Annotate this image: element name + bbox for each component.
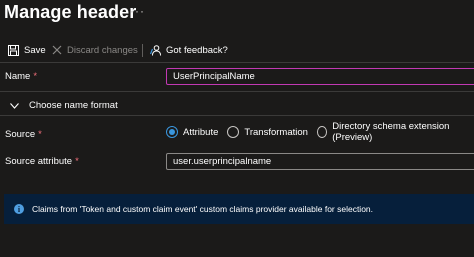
radio-selected-icon <box>166 126 178 138</box>
source-attribute-input[interactable]: user.userprincipalname <box>166 153 474 170</box>
got-feedback-label: Got feedback? <box>166 44 228 56</box>
name-input[interactable]: UserPrincipalName <box>166 68 474 85</box>
toolbar-divider <box>142 44 143 57</box>
save-button[interactable]: Save <box>8 40 46 60</box>
source-label-text: Source <box>5 129 36 140</box>
discard-changes-label: Discard changes <box>67 44 138 56</box>
feedback-person-icon <box>150 44 161 56</box>
got-feedback-button[interactable]: Got feedback? <box>150 40 228 60</box>
more-options-button[interactable]: ··· <box>130 4 145 18</box>
chevron-down-icon <box>10 102 19 109</box>
required-marker: * <box>75 156 79 167</box>
name-label: Name * <box>5 71 37 82</box>
radio-unselected-icon <box>227 126 240 138</box>
toolbar: Save Discard changes Got feedback? <box>0 40 474 60</box>
info-message-bar: i Claims from 'Token and custom claim ev… <box>4 194 474 224</box>
source-attribute-label-text: Source attribute <box>5 156 73 167</box>
radio-transformation-label: Transformation <box>244 126 308 138</box>
radio-attribute-label: Attribute <box>183 126 219 138</box>
source-radio-group: Attribute Transformation Directory schem… <box>166 121 474 143</box>
radio-directory-schema-extension[interactable]: Directory schema extension (Preview) <box>316 121 465 143</box>
close-icon <box>52 45 62 55</box>
divider-line <box>0 115 474 116</box>
required-marker: * <box>38 129 42 140</box>
discard-changes-button[interactable]: Discard changes <box>52 40 138 60</box>
page-title: Manage header <box>4 2 137 22</box>
radio-unselected-icon <box>316 126 328 138</box>
name-label-text: Name <box>5 71 31 82</box>
toolbar-divider-line <box>0 62 474 63</box>
radio-directory-schema-extension-label: Directory schema extension (Preview) <box>332 121 450 143</box>
info-message-text: Claims from 'Token and custom claim even… <box>32 204 374 214</box>
save-icon <box>8 44 19 56</box>
radio-attribute[interactable]: Attribute <box>166 126 218 138</box>
source-attribute-label: Source attribute * <box>5 156 79 167</box>
choose-name-format-section[interactable]: Choose name format <box>10 100 118 111</box>
required-marker: * <box>33 71 38 82</box>
choose-name-format-label: Choose name format <box>29 100 118 111</box>
source-label: Source * <box>5 129 42 140</box>
divider-line <box>0 91 474 92</box>
save-label: Save <box>24 44 46 56</box>
info-icon: i <box>14 204 24 214</box>
radio-transformation[interactable]: Transformation <box>227 126 308 138</box>
